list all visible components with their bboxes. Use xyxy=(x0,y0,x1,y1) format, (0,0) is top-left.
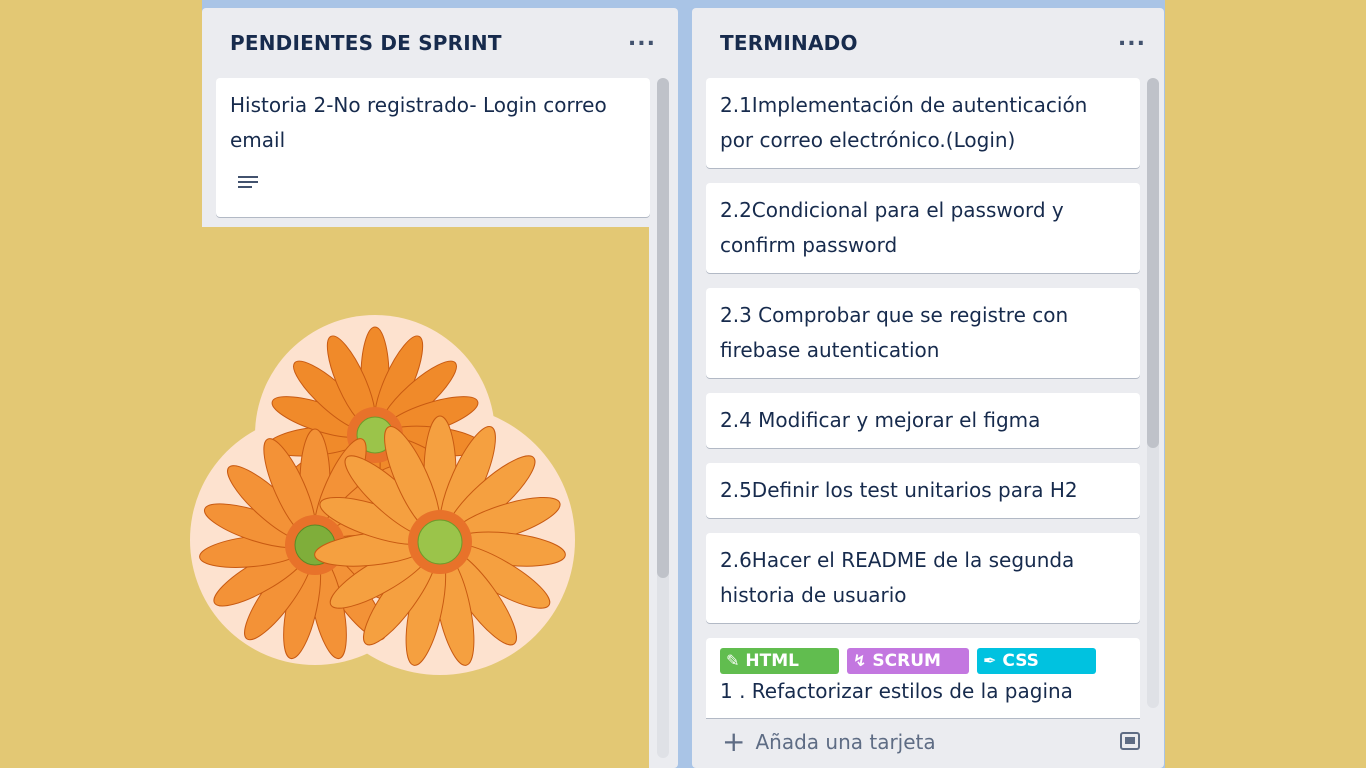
label-text: HTML xyxy=(745,651,799,671)
pencil-icon: ✎ xyxy=(726,651,740,670)
scrum-icon: ↯ xyxy=(853,651,867,670)
add-card-label: Añada una tarjeta xyxy=(755,730,936,754)
label-scrum[interactable]: ↯ SCRUM xyxy=(847,648,969,674)
flower-image xyxy=(170,310,590,680)
list-title[interactable]: PENDIENTES DE SPRINT xyxy=(230,31,502,55)
card-title: 2.1Implementación de autenticación por c… xyxy=(720,93,1088,152)
flowers-illustration xyxy=(190,315,575,675)
scroll-thumb[interactable] xyxy=(657,78,669,578)
card-title: 2.5Definir los test unitarios para H2 xyxy=(720,478,1078,502)
card[interactable]: 2.6Hacer el README de la segunda histori… xyxy=(706,533,1140,623)
card[interactable]: 2.4 Modificar y mejorar el figma xyxy=(706,393,1140,448)
card[interactable]: Historia 2-No registrado- Login correo e… xyxy=(216,78,650,217)
card[interactable]: 2.1Implementación de autenticación por c… xyxy=(706,78,1140,168)
card[interactable]: 2.3 Comprobar que se registre con fireba… xyxy=(706,288,1140,378)
plus-icon: + xyxy=(722,725,746,758)
label-text: SCRUM xyxy=(872,651,941,671)
card[interactable]: 2.2Condicional para el password y confir… xyxy=(706,183,1140,273)
card-title: Historia 2-No registrado- Login correo e… xyxy=(230,93,607,152)
card-title: 2.2Condicional para el password y confir… xyxy=(720,198,1064,257)
add-card-button[interactable]: + Añada una tarjeta xyxy=(722,725,936,758)
description-icon xyxy=(238,176,258,192)
card-title: 1 . Refactorizar estilos de la pagina xyxy=(720,679,1073,703)
list-title[interactable]: TERMINADO xyxy=(720,31,858,55)
scroll-thumb[interactable] xyxy=(1147,78,1159,448)
card-title: 2.3 Comprobar que se registre con fireba… xyxy=(720,303,1069,362)
card-labels: ✎ HTML ↯ SCRUM ✒ CSS xyxy=(720,648,1126,674)
card[interactable]: ✎ HTML ↯ SCRUM ✒ CSS 1 . Refactorizar es… xyxy=(706,638,1140,718)
scrollbar[interactable] xyxy=(1147,78,1159,708)
card-template-icon[interactable] xyxy=(1120,732,1140,750)
label-css[interactable]: ✒ CSS xyxy=(977,648,1096,674)
card[interactable]: 2.5Definir los test unitarios para H2 xyxy=(706,463,1140,518)
card-title: 2.6Hacer el README de la segunda histori… xyxy=(720,548,1075,607)
list-menu-button[interactable]: ... xyxy=(628,26,656,51)
label-html[interactable]: ✎ HTML xyxy=(720,648,839,674)
brush-icon: ✒ xyxy=(983,651,997,670)
list-menu-button[interactable]: ... xyxy=(1118,26,1146,51)
scrollbar[interactable] xyxy=(657,78,669,758)
label-text: CSS xyxy=(1002,651,1039,671)
list-terminado: TERMINADO ... 2.1Implementación de auten… xyxy=(692,8,1164,768)
card-title: 2.4 Modificar y mejorar el figma xyxy=(720,408,1041,432)
